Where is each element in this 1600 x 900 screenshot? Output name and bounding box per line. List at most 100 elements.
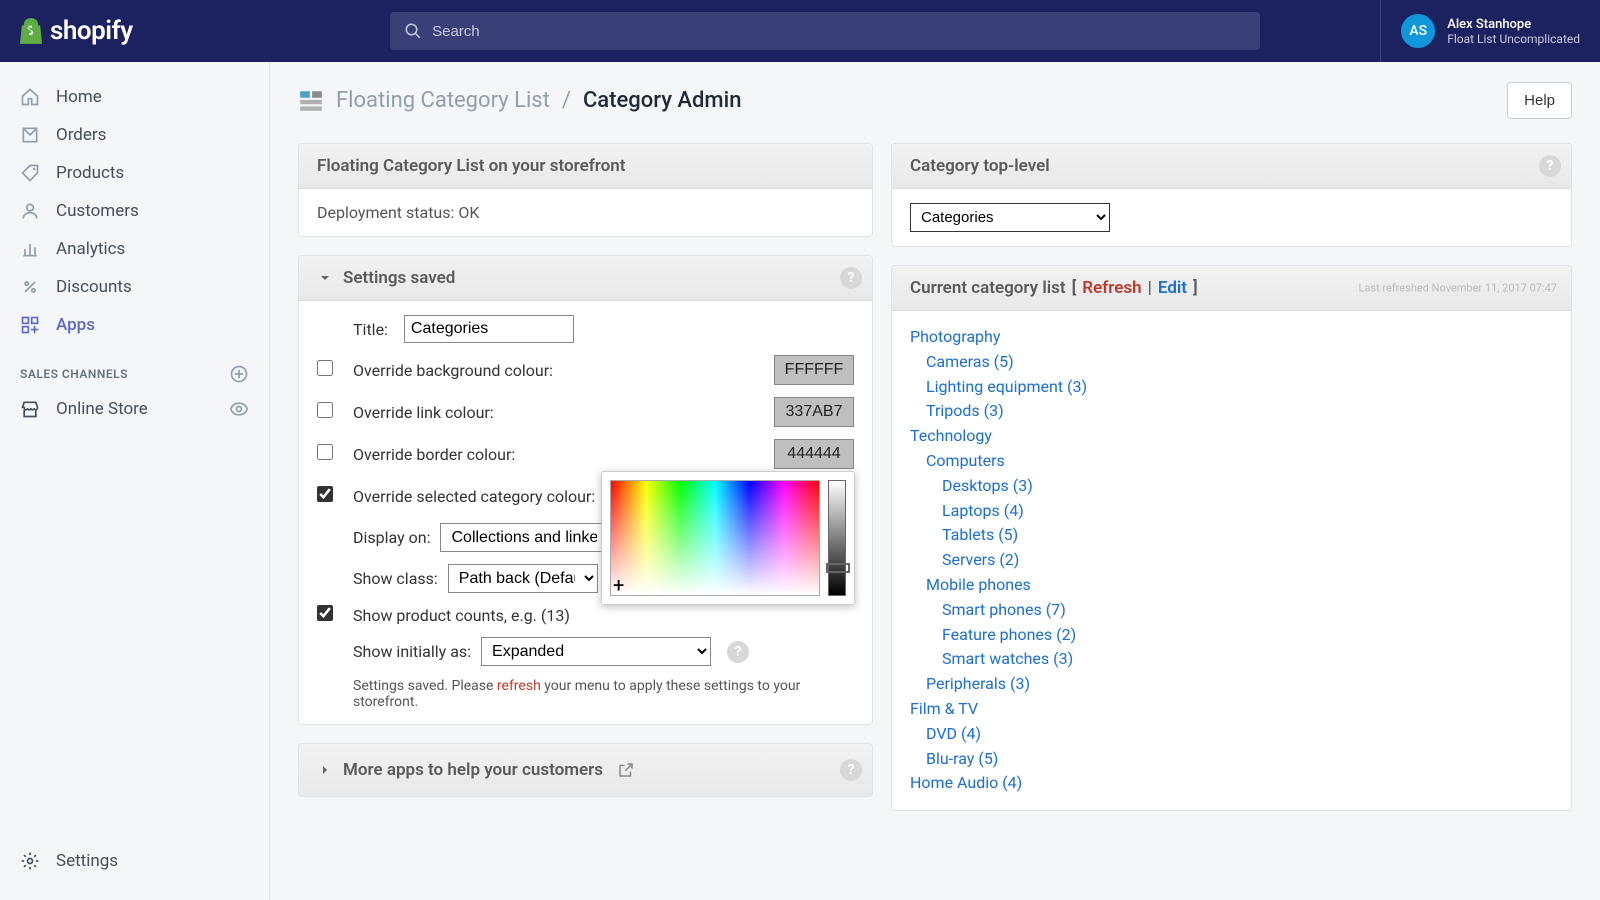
category-link[interactable]: Laptops (4) [942, 501, 1024, 520]
sidebar-label-products: Products [56, 163, 124, 183]
logo[interactable]: shopify [20, 16, 270, 46]
category-link[interactable]: Cameras (5) [926, 352, 1014, 371]
user-area[interactable]: AS Alex Stanhope Float List Uncomplicate… [1380, 0, 1580, 62]
catlist-panel-header: Current category list [ Refresh | Edit ]… [892, 266, 1571, 311]
color-picker[interactable]: + [601, 471, 855, 605]
add-channel-button[interactable] [229, 364, 249, 384]
override-border-value[interactable] [774, 439, 854, 469]
sidebar-item-settings[interactable]: Settings [0, 842, 269, 880]
user-store: Float List Uncomplicated [1447, 32, 1580, 46]
storefront-panel-header: Floating Category List on your storefron… [299, 144, 872, 189]
search-box[interactable] [390, 12, 1260, 50]
more-apps-label: More apps to help your customers [343, 760, 603, 780]
sidebar-item-orders[interactable]: Orders [0, 116, 269, 154]
category-link[interactable]: Lighting equipment (3) [926, 377, 1087, 396]
category-link[interactable]: Blu-ray (5) [926, 749, 998, 768]
analytics-icon [20, 239, 40, 259]
sidebar-item-customers[interactable]: Customers [0, 192, 269, 230]
help-icon[interactable]: ? [840, 759, 862, 781]
sidebar: Home Orders Products Customers Analytics… [0, 62, 270, 900]
category-link[interactable]: Technology [910, 426, 992, 445]
topbar: shopify AS Alex Stanhope Float List Unco… [0, 0, 1600, 62]
category-link[interactable]: Mobile phones [926, 575, 1031, 594]
override-link-checkbox[interactable] [317, 402, 333, 418]
category-link[interactable]: Smart phones (7) [942, 600, 1066, 619]
category-link[interactable]: Tripods (3) [926, 401, 1004, 420]
category-list-icon [298, 88, 324, 114]
override-border-label: Override border colour: [353, 445, 764, 464]
color-spectrum[interactable]: + [610, 480, 820, 596]
show-class-select[interactable]: Path back (Default) [448, 564, 598, 593]
more-apps-panel[interactable]: More apps to help your customers ? [298, 743, 873, 797]
display-on-select[interactable]: Collections and linked p [440, 523, 620, 552]
products-icon [20, 163, 40, 183]
category-link[interactable]: Smart watches (3) [942, 649, 1073, 668]
user-meta: Alex Stanhope Float List Uncomplicated [1447, 17, 1580, 46]
external-link-icon [617, 761, 635, 779]
edit-list-link[interactable]: Edit [1158, 278, 1187, 298]
discounts-icon [20, 277, 40, 297]
override-link-label: Override link colour: [353, 403, 764, 422]
app-title[interactable]: Floating Category List [336, 88, 550, 113]
category-link[interactable]: Peripherals (3) [926, 674, 1030, 693]
override-bg-label: Override background colour: [353, 361, 764, 380]
override-border-checkbox[interactable] [317, 444, 333, 460]
home-icon [20, 87, 40, 107]
sidebar-item-discounts[interactable]: Discounts [0, 268, 269, 306]
refresh-list-link[interactable]: Refresh [1082, 278, 1141, 298]
brand-text: shopify [50, 16, 133, 46]
category-link[interactable]: Servers (2) [942, 550, 1019, 569]
customers-icon [20, 201, 40, 221]
help-icon[interactable]: ? [840, 267, 862, 289]
help-button[interactable]: Help [1507, 82, 1572, 119]
sales-channels-label: SALES CHANNELS [20, 367, 128, 381]
gear-icon [20, 851, 40, 871]
category-link[interactable]: Computers [926, 451, 1005, 470]
sidebar-item-products[interactable]: Products [0, 154, 269, 192]
sidebar-item-apps[interactable]: Apps [0, 306, 269, 344]
settings-panel-header[interactable]: Settings saved ? [299, 256, 872, 301]
category-list-panel: Current category list [ Refresh | Edit ]… [891, 265, 1572, 811]
category-link[interactable]: Film & TV [910, 699, 978, 718]
show-counts-checkbox[interactable] [317, 605, 333, 621]
storefront-status-panel: Floating Category List on your storefron… [298, 143, 873, 237]
category-link[interactable]: Home Audio (4) [910, 773, 1022, 792]
override-bg-value[interactable] [774, 355, 854, 385]
user-name: Alex Stanhope [1447, 17, 1580, 32]
main-content: Floating Category List / Category Admin … [270, 62, 1600, 900]
page-header: Floating Category List / Category Admin … [298, 82, 1572, 119]
chevron-down-icon [317, 270, 333, 286]
shopify-bag-icon [20, 18, 42, 44]
override-link-value[interactable] [774, 397, 854, 427]
toplevel-select[interactable]: Categories [910, 203, 1110, 232]
category-toplevel-panel: Category top-level? Categories [891, 143, 1572, 247]
refresh-link[interactable]: refresh [497, 678, 541, 694]
last-refreshed: Last refreshed November 11, 2017 07:47 [1358, 282, 1557, 295]
sidebar-item-analytics[interactable]: Analytics [0, 230, 269, 268]
sidebar-label-discounts: Discounts [56, 277, 132, 297]
channel-online-store[interactable]: Online Store [0, 390, 269, 428]
apps-icon [20, 315, 40, 335]
sidebar-item-home[interactable]: Home [0, 78, 269, 116]
chevron-right-icon [317, 762, 333, 778]
show-initially-select[interactable]: Expanded [481, 637, 711, 666]
lightness-slider[interactable] [828, 480, 846, 596]
category-link[interactable]: Desktops (3) [942, 476, 1033, 495]
override-bg-checkbox[interactable] [317, 360, 333, 376]
category-link[interactable]: Tablets (5) [942, 525, 1018, 544]
display-on-label: Display on: [353, 528, 430, 547]
settings-panel: Settings saved ? Title: Override backgro… [298, 255, 873, 725]
show-class-label: Show class: [353, 569, 438, 588]
slider-handle[interactable] [826, 563, 850, 573]
category-link[interactable]: Feature phones (2) [942, 625, 1076, 644]
search-input[interactable] [432, 23, 1246, 40]
category-link[interactable]: DVD (4) [926, 724, 981, 743]
settings-label: Settings [56, 851, 118, 871]
override-selected-checkbox[interactable] [317, 486, 333, 502]
category-link[interactable]: Photography [910, 327, 1000, 346]
help-icon[interactable]: ? [1539, 155, 1561, 177]
help-icon[interactable]: ? [727, 641, 749, 663]
title-input[interactable] [404, 315, 574, 343]
view-store-button[interactable] [229, 399, 249, 419]
picker-crosshair-icon: + [613, 573, 624, 597]
